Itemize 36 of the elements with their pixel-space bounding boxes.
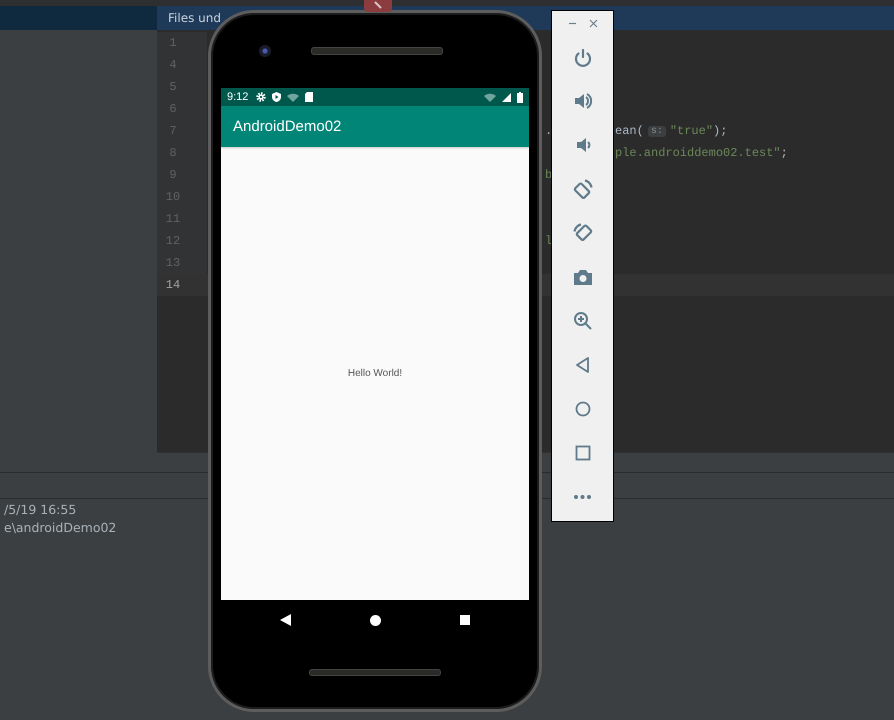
log-text: /5/19 16:55 [4, 501, 76, 519]
rotate-left-icon [572, 179, 592, 199]
code-text: ; [780, 146, 788, 160]
sd-card-icon [305, 92, 314, 102]
overview-icon [460, 615, 470, 625]
parameter-hint: s: [648, 126, 666, 136]
code-text: ); [713, 124, 728, 138]
battery-icon [517, 92, 523, 102]
code-text: ple.androiddemo02.test" [615, 146, 781, 160]
close-icon [588, 18, 598, 28]
code-text: . [545, 124, 552, 138]
camera-icon [259, 44, 271, 56]
code-text: ean( [615, 124, 644, 138]
more-icon [574, 495, 591, 499]
wifi-icon [287, 92, 300, 102]
close-button[interactable] [588, 18, 598, 28]
app-title: AndroidDemo02 [233, 118, 342, 135]
zoom-in-icon [572, 311, 592, 331]
volume-up-icon [572, 91, 592, 111]
home-icon [572, 399, 592, 419]
gear-icon [256, 92, 266, 102]
banner-text: Files und [168, 11, 221, 25]
home-icon [370, 614, 380, 626]
code-text: "true" [670, 124, 714, 138]
status-time: 9:12 [227, 91, 248, 103]
log-text: e\androidDemo02 [4, 519, 116, 537]
shield-icon [272, 92, 282, 102]
rotate-right-icon [572, 223, 592, 243]
code-text: l [545, 234, 552, 248]
overview-icon [572, 443, 592, 463]
camera-icon [572, 267, 592, 287]
signal-icon [502, 92, 511, 102]
back-icon [280, 614, 290, 626]
power-icon [572, 47, 592, 67]
hello-text: Hello World! [348, 368, 402, 379]
wifi-icon [484, 92, 496, 102]
